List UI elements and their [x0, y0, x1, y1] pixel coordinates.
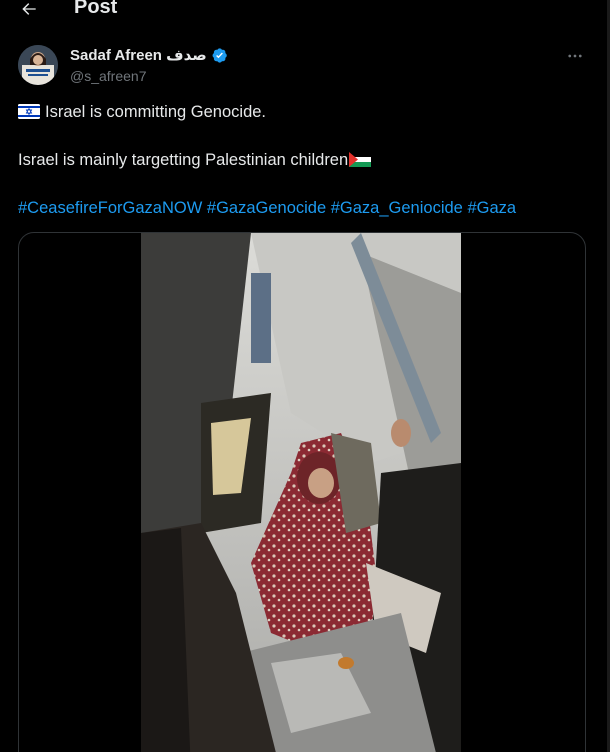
more-horizontal-icon [568, 54, 582, 58]
post-page: Post Sadaf Afreen صدف @s_afreen7 Israel … [0, 0, 610, 752]
hashtag-line: #CeasefireForGazaNOW #GazaGenocide #Gaza… [18, 197, 516, 219]
video-frame [141, 233, 461, 752]
video-still-image [141, 233, 461, 752]
page-title: Post [74, 0, 118, 18]
top-bar: Post [0, 0, 600, 28]
palestine-flag-emoji [349, 152, 372, 167]
avatar[interactable] [18, 45, 58, 85]
hashtag-gaza[interactable]: #Gaza [467, 199, 516, 217]
more-options-button[interactable] [563, 44, 587, 68]
post-video[interactable] [18, 232, 586, 752]
post-text-line-1: Israel is committing Genocide. [18, 101, 266, 123]
author-handle[interactable]: @s_afreen7 [70, 68, 146, 84]
hashtag-ceasefire[interactable]: #CeasefireForGazaNOW [18, 199, 202, 217]
verified-badge-icon[interactable] [211, 47, 228, 64]
back-button[interactable] [14, 0, 44, 24]
post-text-genocide: Israel is committing Genocide. [45, 103, 267, 121]
avatar-image [18, 45, 58, 85]
author-name-row: Sadaf Afreen صدف [70, 46, 228, 64]
israel-flag-emoji [18, 104, 40, 119]
post-text-line-2: Israel is mainly targetting Palestinian … [18, 149, 372, 171]
author-display-name[interactable]: Sadaf Afreen صدف [70, 46, 207, 64]
arrow-left-icon [22, 3, 36, 15]
hashtag-gaza-genocide[interactable]: #GazaGenocide [207, 199, 326, 217]
post-text-children: Israel is mainly targetting Palestinian … [18, 151, 349, 169]
hashtag-gaza-geniocide[interactable]: #Gaza_Geniocide [331, 199, 463, 217]
